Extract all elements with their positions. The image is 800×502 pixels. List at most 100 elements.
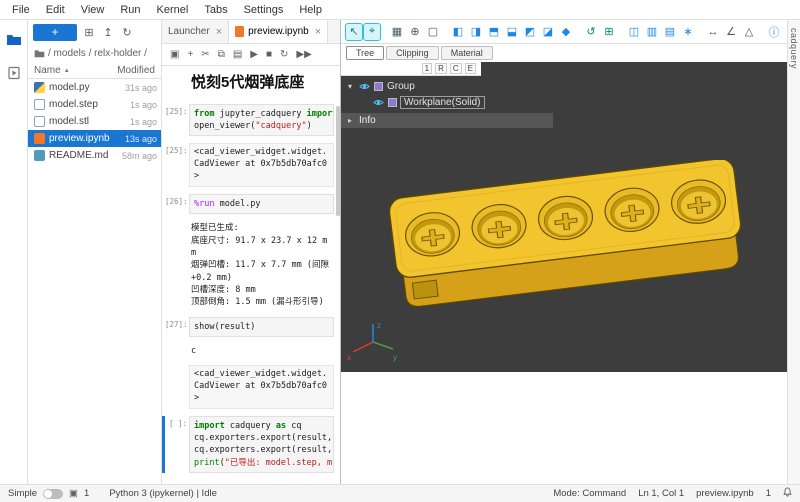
explode-icon[interactable]: ∗ xyxy=(680,24,696,40)
view-top-icon[interactable]: ⬒ xyxy=(486,24,502,40)
kernel-status[interactable]: Python 3 (ipykernel) | Idle xyxy=(109,488,217,499)
cad-tab-clipping[interactable]: Clipping xyxy=(386,46,439,60)
tree-button-r[interactable]: R xyxy=(435,63,447,74)
cursor-position[interactable]: Ln 1, Col 1 xyxy=(638,488,684,499)
file-row[interactable]: model.step1s ago xyxy=(28,96,161,113)
caret-icon[interactable]: ▾ xyxy=(345,82,355,91)
cad-canvas[interactable]: 1RCE ▾GroupWorkplane(Solid) ▸ Info xyxy=(341,62,787,372)
notebook-content[interactable]: 悦刻5代烟弹底座 [25]:from jupyter_cadquery impor… xyxy=(162,66,340,484)
paste-cell-icon[interactable]: ▤ xyxy=(233,49,242,60)
column-name[interactable]: Name xyxy=(34,65,61,76)
menu-tabs[interactable]: Tabs xyxy=(196,2,235,18)
orientation-gizmo[interactable]: x y z xyxy=(345,318,401,366)
bell-icon[interactable] xyxy=(783,487,792,500)
file-row[interactable]: README.md58m ago xyxy=(28,147,161,164)
active-file[interactable]: preview.ipynb xyxy=(696,488,754,499)
caret-icon[interactable]: ▸ xyxy=(345,116,355,125)
tree-button-c[interactable]: C xyxy=(450,63,462,74)
tab-launcher[interactable]: Launcher× xyxy=(162,20,229,43)
notebook-cell[interactable]: [26]:%run model.py xyxy=(162,194,334,214)
tree-button-e[interactable]: E xyxy=(465,63,476,74)
view-bottom-icon[interactable]: ⬓ xyxy=(504,24,520,40)
column-modified[interactable]: Modified xyxy=(117,65,155,76)
mode-indicator[interactable]: Mode: Command xyxy=(553,488,626,499)
cad-model-3d[interactable] xyxy=(389,160,744,310)
axes0-icon[interactable]: ▢ xyxy=(425,24,441,40)
notebook-cell[interactable]: [27]:show(result) xyxy=(162,317,334,337)
cut-cell-icon[interactable]: ✂ xyxy=(201,49,209,60)
help-icon[interactable]: ⓘ xyxy=(766,24,782,40)
info-section[interactable]: ▸ Info xyxy=(341,113,553,128)
file-list-header[interactable]: Name ▲ Modified xyxy=(28,62,161,79)
new-folder-icon[interactable]: ⊞ xyxy=(82,26,96,39)
code-input[interactable]: import cadquery as cqcq.exporters.export… xyxy=(189,416,334,473)
clip-y-icon[interactable]: ▥ xyxy=(644,24,660,40)
notebook-cell[interactable]: c xyxy=(162,344,334,358)
measure-angle-icon[interactable]: ∠ xyxy=(723,24,739,40)
restart-kernel-icon[interactable]: ↻ xyxy=(280,49,288,60)
code-input[interactable]: from jupyter_cadquery importopen_viewer(… xyxy=(189,104,334,137)
close-tab-icon[interactable]: × xyxy=(315,26,321,38)
file-row[interactable]: preview.ipynb13s ago xyxy=(28,130,161,147)
cad-tab-tree[interactable]: Tree xyxy=(346,46,384,60)
pan-select-icon[interactable]: ↖ xyxy=(346,24,362,40)
cad-tab-material[interactable]: Material xyxy=(441,46,493,60)
clip-x-icon[interactable]: ◫ xyxy=(626,24,642,40)
notebook-cell[interactable]: [25]:<cad_viewer_widget.widget.CadViewer… xyxy=(162,143,334,187)
pick-select-icon[interactable]: ⌖ xyxy=(364,24,380,40)
insert-cell-icon[interactable]: + xyxy=(187,49,193,60)
file-row[interactable]: model.stl1s ago xyxy=(28,113,161,130)
refresh-icon[interactable]: ↻ xyxy=(120,26,134,39)
view-iso-icon[interactable]: ◆ xyxy=(558,24,574,40)
tab-preview-ipynb[interactable]: preview.ipynb× xyxy=(229,20,328,43)
run-cell-icon[interactable]: ▶ xyxy=(250,49,258,60)
mesh-visibility-icon[interactable] xyxy=(374,82,383,91)
notebook-cell[interactable]: <cad_viewer_widget.widget.CadViewer at 0… xyxy=(162,365,334,409)
file-row[interactable]: model.py31s ago xyxy=(28,79,161,96)
tree-node-group[interactable]: ▾Group xyxy=(341,78,553,94)
menu-settings[interactable]: Settings xyxy=(236,2,292,18)
measure-area-icon[interactable]: △ xyxy=(741,24,757,40)
axes-icon[interactable]: ⊕ xyxy=(407,24,423,40)
breadcrumb[interactable]: / models / relx-holder / xyxy=(28,45,161,62)
code-input[interactable]: show(result) xyxy=(189,317,334,337)
menu-run[interactable]: Run xyxy=(112,2,148,18)
view-front-icon[interactable]: ◧ xyxy=(450,24,466,40)
save-icon[interactable]: ▣ xyxy=(170,49,179,60)
simple-mode-label[interactable]: Simple xyxy=(8,488,37,499)
run-all-icon[interactable]: ▶▶ xyxy=(296,49,311,60)
menu-kernel[interactable]: Kernel xyxy=(149,2,197,18)
reset-view-icon[interactable]: ↺ xyxy=(583,24,599,40)
menu-file[interactable]: File xyxy=(4,2,38,18)
grid-icon[interactable]: ▦ xyxy=(389,24,405,40)
new-launcher-button[interactable]: + xyxy=(33,24,77,41)
mesh-visibility-icon[interactable] xyxy=(388,98,397,107)
upload-icon[interactable]: ↥ xyxy=(101,26,115,39)
fit-view-icon[interactable]: ⊞ xyxy=(601,24,617,40)
menu-help[interactable]: Help xyxy=(291,2,330,18)
notebook-cell[interactable]: [ ]:import cadquery as cqcq.exporters.ex… xyxy=(162,416,334,473)
notebook-cell[interactable]: [25]:from jupyter_cadquery importopen_vi… xyxy=(162,104,334,137)
interrupt-kernel-icon[interactable]: ■ xyxy=(266,49,272,60)
menu-view[interactable]: View xyxy=(73,2,113,18)
copy-cell-icon[interactable]: ⧉ xyxy=(218,49,225,60)
menu-edit[interactable]: Edit xyxy=(38,2,73,18)
notebook-cell[interactable]: 悦刻5代烟弹底座 xyxy=(162,74,334,97)
file-browser-icon[interactable] xyxy=(4,30,24,48)
running-sessions-icon[interactable] xyxy=(4,64,24,82)
code-input[interactable]: %run model.py xyxy=(189,194,334,214)
clip-z-icon[interactable]: ▤ xyxy=(662,24,678,40)
tree-node-workplane-solid-[interactable]: Workplane(Solid) xyxy=(341,94,553,110)
cadquery-sidebar-tab[interactable]: cadquery xyxy=(789,28,799,69)
measure-distance-icon[interactable]: ↔ xyxy=(705,24,721,40)
visibility-eye-icon[interactable] xyxy=(373,98,384,107)
notebook-scrollbar[interactable] xyxy=(336,106,340,216)
view-left-icon[interactable]: ◩ xyxy=(522,24,538,40)
close-tab-icon[interactable]: × xyxy=(216,26,222,38)
notebook-cell[interactable]: 模型已生成:底座尺寸: 91.7 x 23.7 x 12 mm烟弹凹槽: 11.… xyxy=(162,221,334,309)
view-back-icon[interactable]: ◨ xyxy=(468,24,484,40)
view-right-icon[interactable]: ◪ xyxy=(540,24,556,40)
simple-mode-toggle[interactable] xyxy=(43,489,63,499)
kernel-sessions-icon[interactable]: ▣ xyxy=(69,488,78,499)
visibility-eye-icon[interactable] xyxy=(359,82,370,91)
